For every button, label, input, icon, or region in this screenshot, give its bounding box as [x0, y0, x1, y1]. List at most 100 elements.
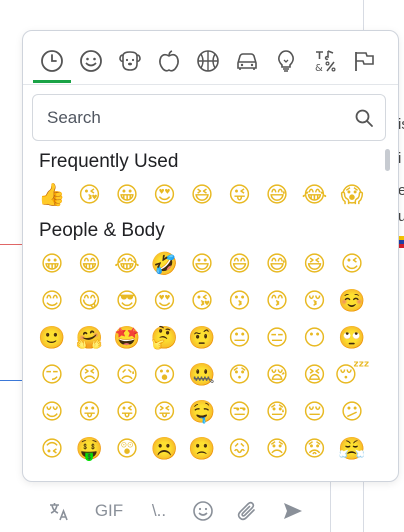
emoji[interactable]: 😘: [75, 181, 105, 211]
symbols-icon: &: [315, 50, 336, 74]
emoji[interactable]: 😊: [37, 287, 67, 317]
emoji[interactable]: 😆: [300, 250, 330, 280]
emoji[interactable]: 😤: [337, 435, 367, 465]
emoji[interactable]: 😜: [225, 181, 255, 211]
emoji[interactable]: 😱: [337, 181, 367, 211]
emoji-row: 😏 😣 😥 😮 🤐 😯 😪 😫 😴: [37, 361, 377, 393]
emoji[interactable]: 😜: [112, 398, 142, 428]
emoji[interactable]: 😫: [300, 361, 330, 391]
emoji[interactable]: 🤨: [187, 324, 217, 354]
emoji[interactable]: 😁: [75, 250, 105, 280]
emoji[interactable]: 🤐: [187, 361, 217, 391]
emoji[interactable]: 😝: [150, 398, 180, 428]
emoji[interactable]: 🙁: [187, 435, 217, 465]
emoji[interactable]: 😍: [150, 181, 180, 211]
tab-food[interactable]: [151, 43, 187, 79]
emoji[interactable]: 😋: [75, 287, 105, 317]
emoji[interactable]: 😥: [112, 361, 142, 391]
tab-smileys[interactable]: [73, 43, 109, 79]
emoji[interactable]: 😯: [225, 361, 255, 391]
emoji[interactable]: 😖: [225, 435, 255, 465]
emoji[interactable]: 🤑: [75, 435, 105, 465]
scrollbar-thumb[interactable]: [385, 149, 390, 171]
emoji[interactable]: 😅: [262, 181, 292, 211]
smiley-icon: [80, 50, 102, 72]
translate-button[interactable]: [44, 494, 74, 528]
svg-text:&: &: [315, 63, 323, 74]
emoji[interactable]: 🤔: [150, 324, 180, 354]
emoji[interactable]: 🙂: [37, 324, 67, 354]
section-title: People & Body: [39, 220, 165, 241]
clock-icon: [41, 50, 63, 72]
emoji[interactable]: 😀: [37, 250, 67, 280]
emoji[interactable]: 😔: [300, 398, 330, 428]
search-icon[interactable]: [354, 108, 374, 128]
emoji[interactable]: 😃: [187, 250, 217, 280]
search-input[interactable]: [33, 97, 347, 138]
emoji[interactable]: 🙄: [337, 324, 367, 354]
emoji[interactable]: 😛: [75, 398, 105, 428]
emoji[interactable]: 😆: [187, 181, 217, 211]
emoji-row: 😊 😋 😎 😍 😘 😗 😙 😚 ☺️: [37, 287, 377, 319]
emoji[interactable]: 😙: [262, 287, 292, 317]
emoji[interactable]: 👍: [37, 181, 67, 211]
emoji-search: [32, 94, 386, 141]
tab-recent[interactable]: [34, 43, 70, 79]
emoji[interactable]: 😓: [262, 398, 292, 428]
composer-right-border: [330, 482, 331, 532]
emoji[interactable]: 😀: [112, 181, 142, 211]
emoji[interactable]: 😂: [300, 181, 330, 211]
tabs-divider: [23, 84, 398, 85]
emoji[interactable]: 😐: [225, 324, 255, 354]
emoji[interactable]: 😘: [187, 287, 217, 317]
emoji[interactable]: 😟: [300, 435, 330, 465]
gif-button[interactable]: GIF: [94, 494, 124, 528]
emoji[interactable]: 😏: [37, 361, 67, 391]
emoji[interactable]: 😌: [37, 398, 67, 428]
tab-activity[interactable]: [190, 43, 226, 79]
emoji-scroll-area[interactable]: Frequently Used 👍 😘 😀 😍 😆 😜 😅 😂 😱 People & Body 😀 😁 😂…: [23, 147, 398, 481]
blue-guide-line: [0, 380, 22, 381]
emoji[interactable]: 😅: [262, 250, 292, 280]
ball-icon: [197, 50, 219, 72]
emoji[interactable]: 😴: [334, 361, 369, 391]
emoji[interactable]: 🤩: [112, 324, 142, 354]
emoji[interactable]: 😎: [112, 287, 142, 317]
tab-flags[interactable]: [346, 43, 382, 79]
emoji[interactable]: 😕: [337, 398, 367, 428]
emoji-icon: [193, 501, 213, 521]
emoji[interactable]: 😪: [262, 361, 292, 391]
emoji[interactable]: 😣: [75, 361, 105, 391]
tab-symbols[interactable]: &: [307, 43, 343, 79]
tab-animals[interactable]: [112, 43, 148, 79]
emoji[interactable]: 😒: [225, 398, 255, 428]
emoji[interactable]: 😉: [337, 250, 367, 280]
emoji[interactable]: 😂: [112, 250, 142, 280]
emoji[interactable]: 🙃: [37, 435, 67, 465]
flag-icon: [355, 52, 374, 71]
emoji-row: 👍 😘 😀 😍 😆 😜 😅 😂 😱: [37, 181, 377, 213]
emoji[interactable]: 🤤: [187, 398, 217, 428]
send-button[interactable]: [278, 494, 308, 528]
emoji[interactable]: 🤗: [75, 324, 105, 354]
emoji[interactable]: 😍: [150, 287, 180, 317]
emoji[interactable]: 😚: [300, 287, 330, 317]
emoji[interactable]: 😄: [225, 250, 255, 280]
code-button[interactable]: \..: [144, 494, 174, 528]
emoji-button[interactable]: [188, 494, 218, 528]
emoji[interactable]: 😶: [300, 324, 330, 354]
emoji[interactable]: 😲: [112, 435, 142, 465]
emoji[interactable]: 😮: [150, 361, 180, 391]
emoji[interactable]: 🤣: [150, 250, 180, 280]
attach-button[interactable]: [232, 494, 262, 528]
emoji[interactable]: ☹️: [150, 435, 180, 465]
dog-icon: [119, 51, 141, 71]
tab-travel[interactable]: [229, 43, 265, 79]
emoji[interactable]: 😗: [225, 287, 255, 317]
emoji[interactable]: ☺️: [337, 287, 367, 317]
tab-objects[interactable]: [268, 43, 304, 79]
attach-icon: [237, 501, 255, 521]
emoji[interactable]: 😑: [262, 324, 292, 354]
category-tabs: &: [23, 31, 398, 85]
emoji[interactable]: 😞: [262, 435, 292, 465]
